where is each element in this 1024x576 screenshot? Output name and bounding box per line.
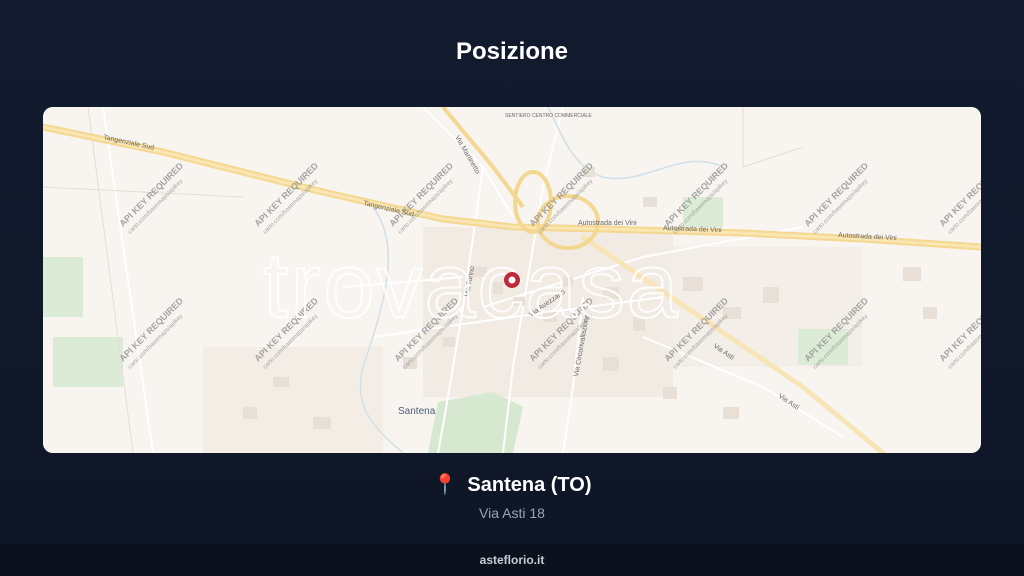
label-autostrada: Autostrada dei Vini xyxy=(578,220,637,227)
map-view[interactable]: Tangenziale Sud Tangenziale Sud Autostra… xyxy=(43,107,981,453)
map-canvas: Tangenziale Sud Tangenziale Sud Autostra… xyxy=(43,107,981,453)
urban-area-west xyxy=(203,347,383,453)
location-city: Santena (TO) xyxy=(467,474,592,496)
location-info: 📍 Santena (TO) Via Asti 18 xyxy=(0,472,1024,521)
label-sentiero: SENTIERO CENTRO COMMERCIALE xyxy=(505,113,592,119)
location-address: Via Asti 18 xyxy=(479,505,545,521)
map-pin-icon: 📍 xyxy=(432,474,458,496)
trovacasa-logo: trovacasa xyxy=(263,235,680,337)
location-pin-icon[interactable] xyxy=(504,272,520,288)
park-area xyxy=(43,257,83,317)
town-label: Santena xyxy=(398,406,436,417)
footer-brand: asteflorio.it xyxy=(0,544,1024,576)
park-area xyxy=(53,337,123,387)
page-title: Posizione xyxy=(455,38,569,65)
location-city-row: 📍 Santena (TO) xyxy=(0,472,1024,497)
